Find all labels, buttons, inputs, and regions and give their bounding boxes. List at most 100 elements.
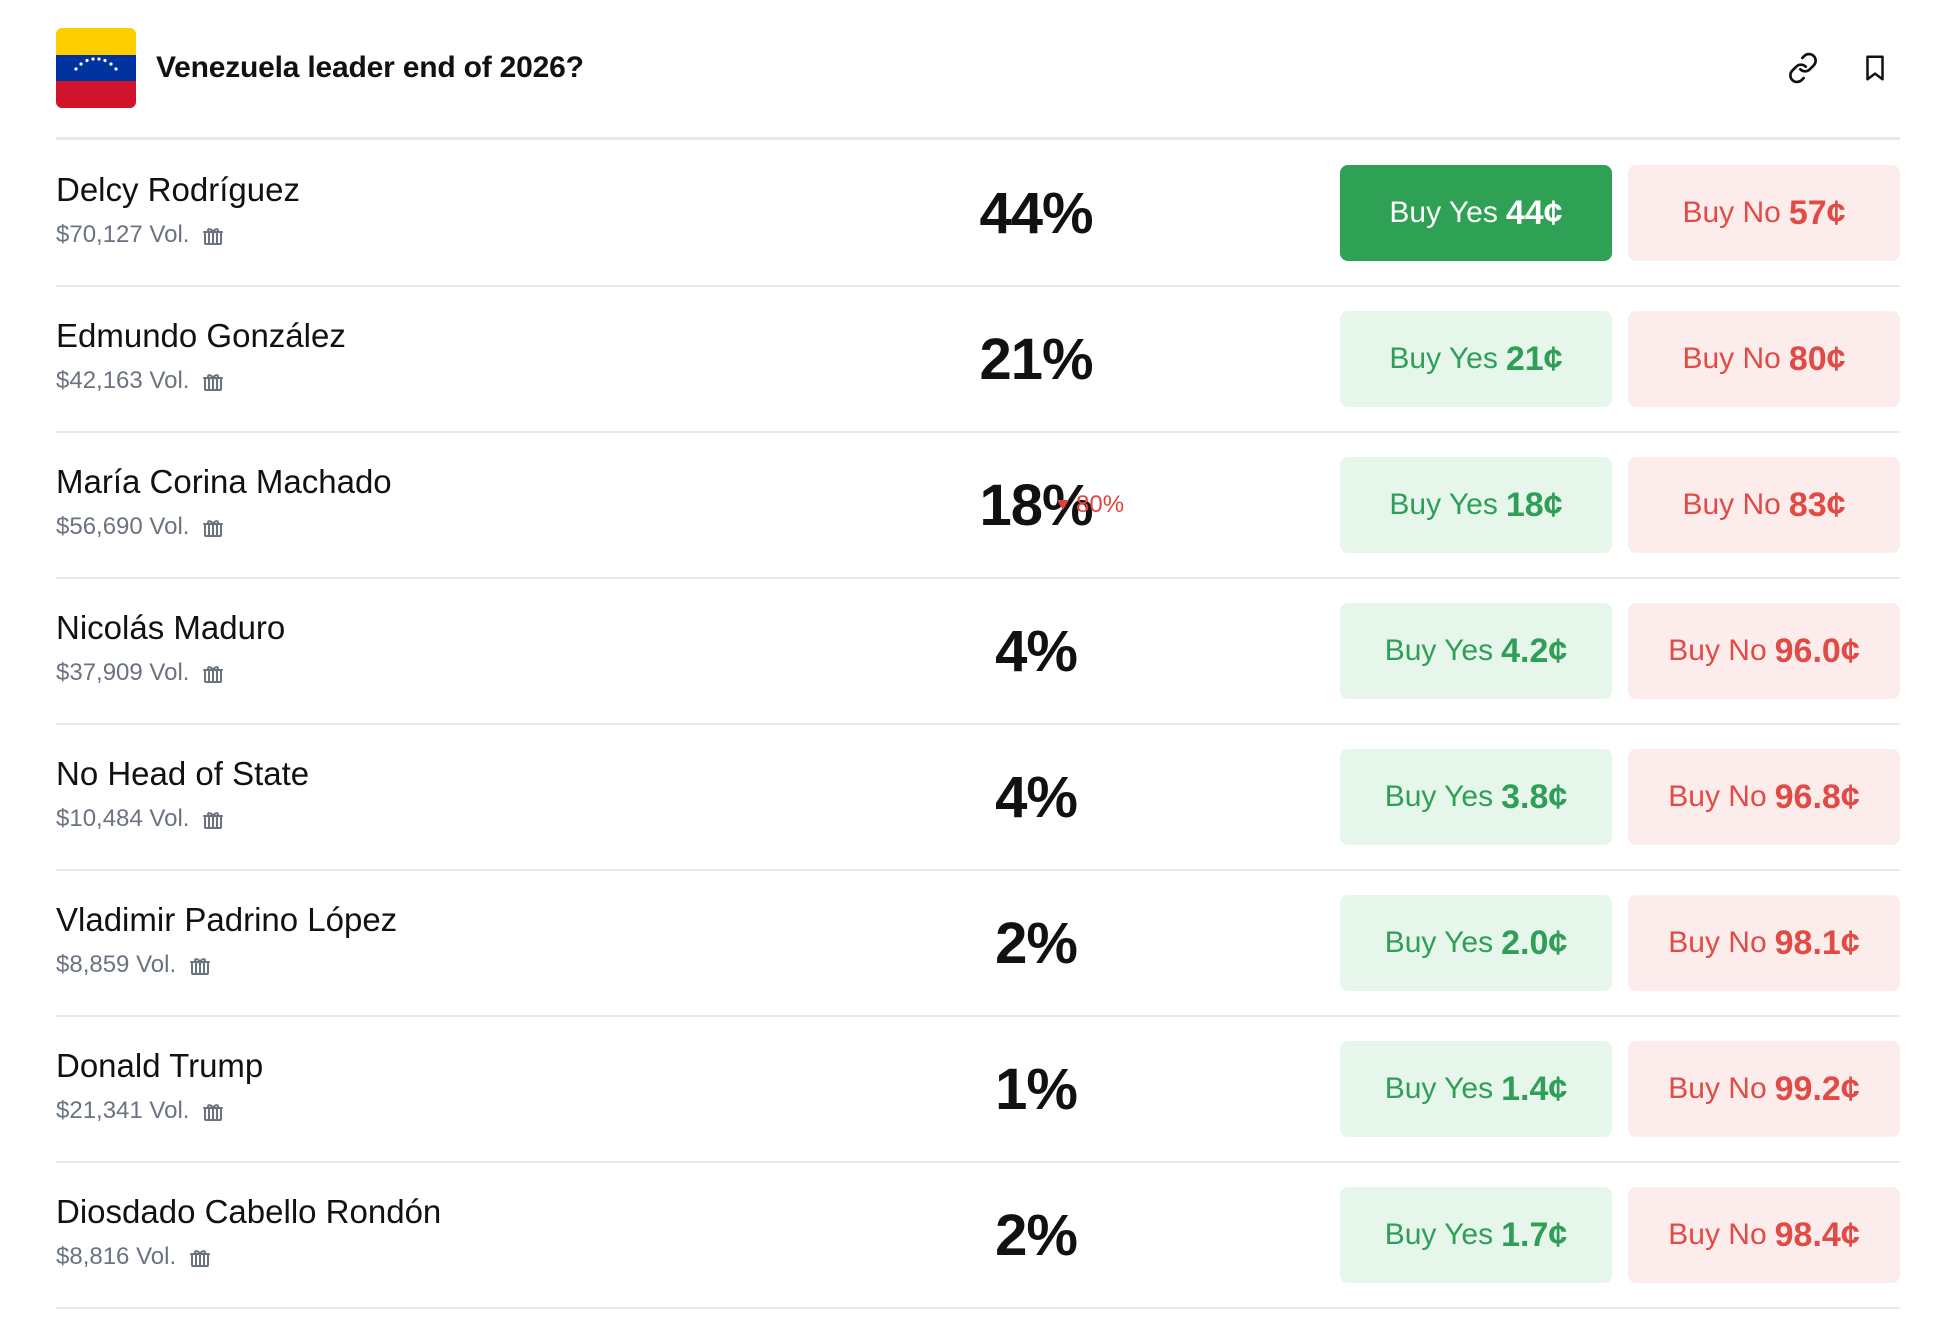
market-header: Venezuela leader end of 2026?: [56, 28, 1900, 108]
buy-no-label: Buy No: [1668, 926, 1767, 959]
outcome-row[interactable]: Vladimir Padrino López $8,859 Vol. 2% Buy Y…: [56, 871, 1900, 1017]
volume-line: $70,127 Vol.: [56, 221, 300, 249]
volume-line: $37,909 Vol.: [56, 659, 285, 687]
outcome-info: Vladimir Padrino López $8,859 Vol.: [56, 901, 397, 979]
buy-yes-label: Buy Yes: [1384, 1218, 1494, 1251]
outcome-volume: $21,341 Vol.: [56, 1097, 190, 1124]
buy-no-button[interactable]: Buy No 98.4¢: [1628, 1187, 1900, 1283]
outcome-name: Donald Trump: [56, 1047, 264, 1084]
buy-no-label: Buy No: [1682, 488, 1781, 521]
buy-no-button[interactable]: Buy No 99.2¢: [1628, 1041, 1900, 1137]
gift-icon[interactable]: [201, 1099, 225, 1123]
buy-yes-price: 21¢: [1505, 339, 1563, 378]
header-actions: [1786, 51, 1900, 85]
link-icon[interactable]: [1786, 51, 1820, 85]
volume-line: $10,484 Vol.: [56, 805, 309, 833]
buy-no-price: 83¢: [1788, 485, 1846, 524]
buy-no-label: Buy No: [1668, 634, 1767, 667]
buy-no-button[interactable]: Buy No 80¢: [1628, 311, 1900, 407]
buy-yes-button[interactable]: Buy Yes 21¢: [1340, 311, 1612, 407]
outcome-row[interactable]: Delcy Rodríguez $70,127 Vol. 44% Buy Yes 44¢…: [56, 141, 1900, 287]
buy-yes-price: 1.4¢: [1501, 1069, 1568, 1108]
down-triangle-icon: [1056, 499, 1070, 511]
buy-yes-label: Buy Yes: [1384, 780, 1494, 813]
outcome-volume: $10,484 Vol.: [56, 805, 190, 832]
percent-change: 80%: [1056, 433, 1124, 577]
outcome-list: Delcy Rodríguez $70,127 Vol. 44% Buy Yes 44¢…: [56, 141, 1900, 1309]
gift-icon[interactable]: [201, 369, 225, 393]
buy-yes-button[interactable]: Buy Yes 44¢: [1340, 165, 1612, 261]
buy-no-price: 80¢: [1788, 339, 1846, 378]
outcome-percent: 2%: [995, 910, 1078, 976]
volume-line: $56,690 Vol.: [56, 513, 392, 541]
gift-icon[interactable]: [188, 1245, 212, 1269]
outcome-name: No Head of State: [56, 755, 310, 792]
buy-no-label: Buy No: [1682, 196, 1781, 229]
market-title: Venezuela leader end of 2026?: [156, 51, 584, 84]
outcome-volume: $8,859 Vol.: [56, 951, 177, 978]
outcome-row[interactable]: Nicolás Maduro $37,909 Vol. 4% Buy Yes 4.2¢ B…: [56, 579, 1900, 725]
flag-stars-icon: [74, 57, 118, 71]
outcome-info: María Corina Machado $56,690 Vol.: [56, 463, 392, 541]
outcome-percent: 1%: [995, 1056, 1078, 1122]
outcome-info: Nicolás Maduro $37,909 Vol.: [56, 609, 285, 687]
buy-no-label: Buy No: [1682, 342, 1781, 375]
gift-icon[interactable]: [201, 515, 225, 539]
gift-icon[interactable]: [188, 953, 212, 977]
outcome-row[interactable]: María Corina Machado $56,690 Vol. 18% 80% Bu…: [56, 433, 1900, 579]
outcome-percent: 18%: [979, 472, 1093, 538]
outcome-percent: 4%: [995, 618, 1078, 684]
buy-yes-price: 2.0¢: [1501, 923, 1568, 962]
outcome-name: María Corina Machado: [56, 463, 392, 500]
buy-yes-button[interactable]: Buy Yes 3.8¢: [1340, 749, 1612, 845]
buy-yes-button[interactable]: Buy Yes 4.2¢: [1340, 603, 1612, 699]
volume-line: $8,816 Vol.: [56, 1243, 441, 1271]
volume-line: $21,341 Vol.: [56, 1097, 263, 1125]
buy-no-button[interactable]: Buy No 96.0¢: [1628, 603, 1900, 699]
buy-yes-price: 44¢: [1505, 193, 1563, 232]
buy-no-price: 99.2¢: [1774, 1069, 1860, 1108]
outcome-row[interactable]: Donald Trump $21,341 Vol. 1% Buy Yes 1.4¢ Buy…: [56, 1017, 1900, 1163]
gift-icon[interactable]: [201, 807, 225, 831]
gift-icon[interactable]: [201, 223, 225, 247]
gift-icon[interactable]: [201, 661, 225, 685]
header-divider: [56, 137, 1900, 140]
buy-yes-price: 4.2¢: [1501, 631, 1568, 670]
volume-line: $8,859 Vol.: [56, 951, 397, 979]
buy-no-label: Buy No: [1668, 1072, 1767, 1105]
outcome-volume: $8,816 Vol.: [56, 1243, 177, 1270]
buy-no-button[interactable]: Buy No 57¢: [1628, 165, 1900, 261]
buy-yes-label: Buy Yes: [1384, 926, 1494, 959]
buy-yes-label: Buy Yes: [1389, 196, 1498, 229]
outcome-row[interactable]: Edmundo González $42,163 Vol. 21% Buy Yes 21…: [56, 287, 1900, 433]
buy-yes-button[interactable]: Buy Yes 18¢: [1340, 457, 1612, 553]
buy-yes-price: 18¢: [1505, 485, 1563, 524]
outcome-name: Nicolás Maduro: [56, 609, 286, 646]
outcome-percent: 2%: [995, 1202, 1078, 1268]
buy-no-button[interactable]: Buy No 98.1¢: [1628, 895, 1900, 991]
outcome-name: Diosdado Cabello Rondón: [56, 1193, 442, 1230]
buy-no-price: 96.0¢: [1774, 631, 1860, 670]
buy-yes-label: Buy Yes: [1384, 1072, 1494, 1105]
outcome-row[interactable]: No Head of State $10,484 Vol. 4% Buy Yes 3.8…: [56, 725, 1900, 871]
buy-no-button[interactable]: Buy No 96.8¢: [1628, 749, 1900, 845]
buy-no-button[interactable]: Buy No 83¢: [1628, 457, 1900, 553]
buy-yes-button[interactable]: Buy Yes 1.7¢: [1340, 1187, 1612, 1283]
market-card: Venezuela leader end of 2026? Delcy Rodr…: [0, 0, 1954, 1326]
buy-yes-button[interactable]: Buy Yes 2.0¢: [1340, 895, 1612, 991]
buy-yes-button[interactable]: Buy Yes 1.4¢: [1340, 1041, 1612, 1137]
outcome-volume: $42,163 Vol.: [56, 367, 190, 394]
buy-no-label: Buy No: [1668, 780, 1767, 813]
outcome-volume: $70,127 Vol.: [56, 221, 190, 248]
buy-no-price: 98.4¢: [1774, 1215, 1860, 1254]
buy-yes-label: Buy Yes: [1384, 634, 1494, 667]
percent-change-value: 80%: [1076, 491, 1125, 518]
buy-no-price: 98.1¢: [1774, 923, 1860, 962]
outcome-info: Diosdado Cabello Rondón $8,816 Vol.: [56, 1193, 441, 1271]
outcome-name: Delcy Rodríguez: [56, 171, 300, 208]
bookmark-icon[interactable]: [1858, 51, 1892, 85]
volume-line: $42,163 Vol.: [56, 367, 346, 395]
outcome-info: Donald Trump $21,341 Vol.: [56, 1047, 263, 1125]
outcome-info: No Head of State $10,484 Vol.: [56, 755, 309, 833]
outcome-row[interactable]: Diosdado Cabello Rondón $8,816 Vol. 2% Buy …: [56, 1163, 1900, 1309]
